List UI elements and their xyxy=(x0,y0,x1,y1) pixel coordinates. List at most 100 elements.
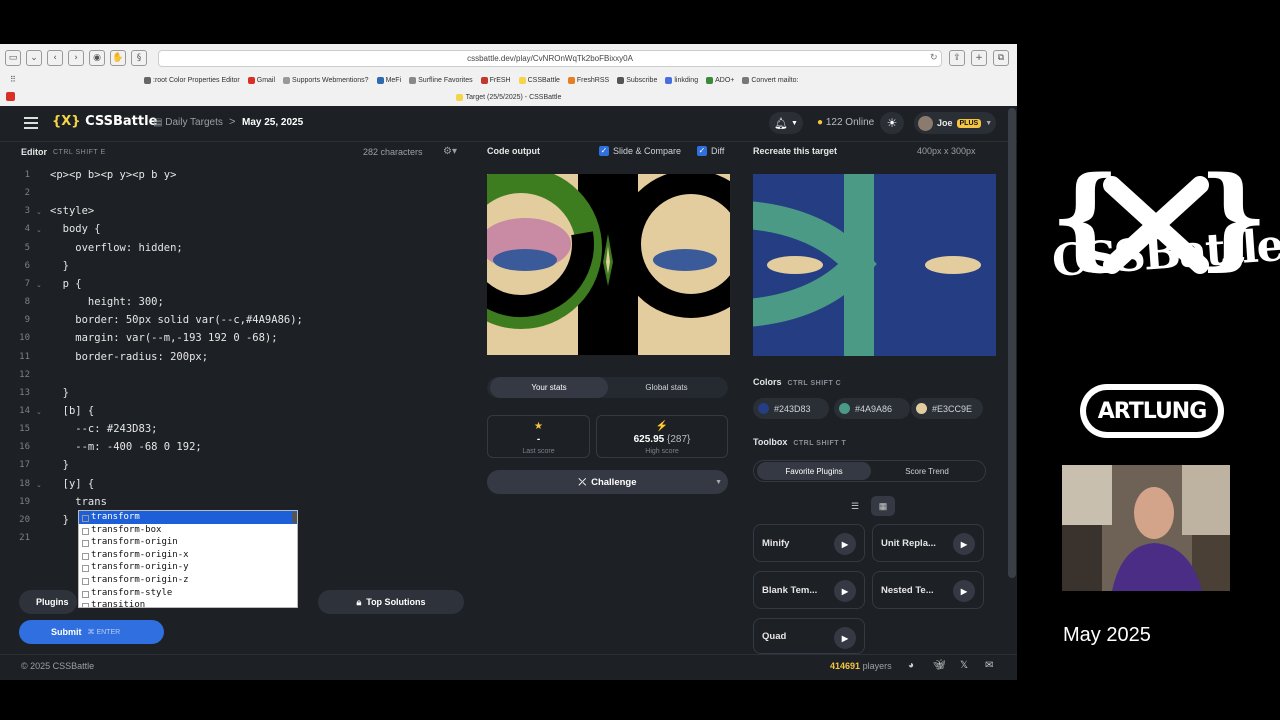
active-tab[interactable]: Target (25/5/2025) - CSSBattle xyxy=(455,93,561,101)
tab-menu-icon[interactable]: ⌄ xyxy=(26,50,42,66)
code-line: height: 300; xyxy=(50,296,164,309)
plugin-card[interactable]: Unit Repla... ▶ xyxy=(872,524,984,562)
plugins-button[interactable]: Plugins xyxy=(19,590,77,614)
bookmark-item[interactable]: ADO+ xyxy=(706,76,734,84)
play-icon[interactable]: ▶ xyxy=(834,533,856,555)
bookmark-icon xyxy=(409,76,417,84)
webcam-feed xyxy=(1062,465,1230,591)
bookmark-item[interactable]: Subscribe xyxy=(617,76,657,84)
character-count: 282 characters xyxy=(363,147,423,157)
plugin-card[interactable]: Quad ▶ xyxy=(753,618,865,654)
fold-chevron-icon[interactable]: ⌄ xyxy=(36,208,42,216)
forward-icon[interactable]: › xyxy=(68,50,84,66)
line-number: 5 xyxy=(24,242,30,253)
challenge-button[interactable]: ⤫ Challenge ▼ xyxy=(487,470,728,494)
line-number: 2 xyxy=(24,188,30,199)
share-icon[interactable]: ⇪ xyxy=(949,50,965,66)
bookmark-item[interactable]: FrESH xyxy=(480,76,511,84)
page-scrollbar[interactable] xyxy=(1008,108,1016,578)
color-swatch[interactable]: #243D83 xyxy=(753,398,829,419)
reload-icon[interactable]: ↻ xyxy=(930,52,938,63)
cssbattle-logo[interactable]: {X} CSSBattle xyxy=(52,114,157,129)
url-bar[interactable]: cssbattle.dev/play/CvNROnWqTk2boFBixxy0A xyxy=(158,50,942,67)
check-icon: ✓ xyxy=(599,146,609,156)
hamburger-menu-icon[interactable] xyxy=(24,117,38,129)
fold-chevron-icon[interactable]: ⌄ xyxy=(36,226,42,234)
top-solutions-button[interactable]: 🔒︎ Top Solutions xyxy=(318,590,464,614)
grid-view-icon[interactable]: ▦ xyxy=(871,496,895,516)
line-number: 8 xyxy=(24,297,30,308)
bookmark-item[interactable]: linkding xyxy=(665,76,698,84)
autocomplete-item[interactable]: transform-origin xyxy=(79,536,297,549)
toolbox-section-title: Toolbox CTRL SHIFT T xyxy=(753,437,847,447)
bookmark-item[interactable]: Surfline Favorites xyxy=(409,76,473,84)
list-view-icon[interactable]: ☰ xyxy=(843,496,867,516)
play-icon[interactable]: ▶ xyxy=(953,533,975,555)
line-number: 4 xyxy=(24,224,30,235)
fold-chevron-icon[interactable]: ⌄ xyxy=(36,281,42,289)
line-number: 6 xyxy=(24,260,30,271)
extension-icon[interactable]: § xyxy=(131,50,147,66)
code-line: trans xyxy=(50,495,107,508)
artlung-badge-text: ARTLUNG xyxy=(1086,390,1218,432)
notifications-button[interactable]: 🔔︎ ▼ xyxy=(769,112,803,134)
new-tab-icon[interactable]: + xyxy=(971,50,987,66)
fold-chevron-icon[interactable]: ⌄ xyxy=(36,481,42,489)
autocomplete-item[interactable]: transform xyxy=(79,511,297,524)
privacy-icon[interactable]: ◉ xyxy=(89,50,105,66)
line-number: 19 xyxy=(19,496,30,507)
bookmark-item[interactable]: Convert mailto: xyxy=(742,76,798,84)
tab-score-trend[interactable]: Score Trend xyxy=(871,462,983,480)
discord-icon[interactable]: ◕ xyxy=(908,660,914,671)
autocomplete-item[interactable]: transform-style xyxy=(79,587,297,600)
copyright: © 2025 CSSBattle xyxy=(21,661,95,671)
fold-chevron-icon[interactable]: ⌄ xyxy=(36,408,42,416)
play-icon[interactable]: ▶ xyxy=(953,580,975,602)
code-editor[interactable]: 1 <p><p b><p y><p b y> 2 3 ⌄ <style> 4 ⌄ body {… xyxy=(16,166,474,544)
x-icon[interactable]: 𝕏 xyxy=(960,660,968,671)
code-line: } xyxy=(50,459,69,472)
autocomplete-item[interactable]: transform-box xyxy=(79,524,297,537)
plugin-card[interactable]: Minify ▶ xyxy=(753,524,865,562)
bookmark-item[interactable]: :root Color Properties Editor xyxy=(144,76,240,84)
plugin-card[interactable]: Blank Tem... ▶ xyxy=(753,571,865,609)
autocomplete-scrollbar[interactable] xyxy=(292,512,297,523)
hand-icon[interactable]: ✋ xyxy=(110,50,126,66)
bookmark-item[interactable]: MeFi xyxy=(376,76,401,84)
play-icon[interactable]: ▶ xyxy=(834,580,856,602)
bookmark-item[interactable]: CSSBattle xyxy=(518,76,560,84)
editor-settings-button[interactable]: ⚙▾ xyxy=(443,146,457,157)
target-preview[interactable] xyxy=(753,174,996,356)
breadcrumb-daily-targets[interactable]: ▤ Daily Targets xyxy=(153,117,223,128)
back-icon[interactable]: ‹ xyxy=(47,50,63,66)
bookmark-icon xyxy=(283,76,291,84)
sidebar-toggle-icon[interactable]: ▭ xyxy=(5,50,21,66)
play-icon[interactable]: ▶ xyxy=(834,627,856,649)
code-output-preview[interactable] xyxy=(487,174,730,355)
theme-toggle-button[interactable]: ☀ xyxy=(880,112,904,134)
diff-checkbox[interactable]: ✓ Diff xyxy=(697,146,724,156)
autocomplete-dropdown[interactable]: transform transform-box transform-origin tr… xyxy=(78,510,298,608)
autocomplete-item[interactable]: transform-origin-z xyxy=(79,574,297,587)
color-swatch[interactable]: #4A9A86 xyxy=(834,398,910,419)
slide-compare-checkbox[interactable]: ✓ Slide & Compare xyxy=(599,146,681,156)
color-swatch[interactable]: #E3CC9E xyxy=(911,398,983,419)
submit-button[interactable]: Submit ⌘ ENTER xyxy=(19,620,164,644)
autocomplete-item[interactable]: transform-origin-x xyxy=(79,549,297,562)
bluesky-icon[interactable]: 🦋︎ xyxy=(933,660,946,671)
bookmark-icon xyxy=(617,76,625,84)
toolbox-tabs: Favorite Plugins Score Trend xyxy=(753,460,986,482)
bookmark-item[interactable]: Supports Webmentions? xyxy=(283,76,369,84)
autocomplete-item[interactable]: transform-origin-y xyxy=(79,561,297,574)
tab-global-stats[interactable]: Global stats xyxy=(608,377,725,398)
bookmark-item[interactable]: Gmail xyxy=(247,76,275,84)
mail-icon[interactable]: ✉ xyxy=(985,660,993,671)
last-score-label: Last score xyxy=(522,448,555,455)
bookmark-item[interactable]: FreshRSS xyxy=(567,76,609,84)
user-menu-button[interactable]: Joe PLUS ▼ xyxy=(914,112,996,134)
autocomplete-item[interactable]: transition xyxy=(79,599,297,607)
tab-your-stats[interactable]: Your stats xyxy=(490,377,608,398)
tab-overview-icon[interactable]: ⧉ xyxy=(993,50,1009,66)
plugin-card[interactable]: Nested Te... ▶ xyxy=(872,571,984,609)
tab-favorite-plugins[interactable]: Favorite Plugins xyxy=(757,462,871,480)
